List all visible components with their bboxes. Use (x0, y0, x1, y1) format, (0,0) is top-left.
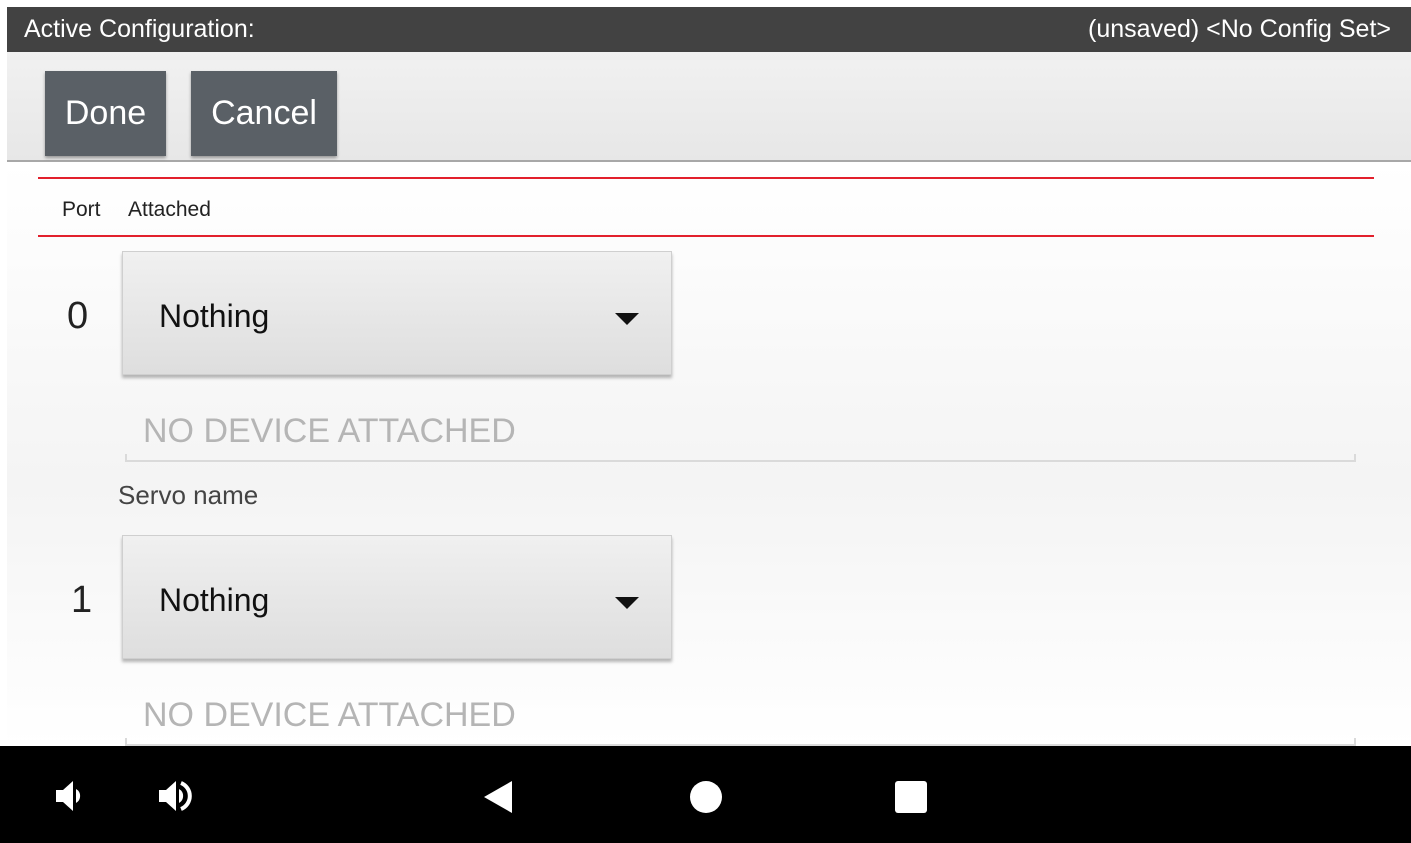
header-top-divider (38, 177, 1374, 179)
back-icon[interactable] (478, 777, 518, 822)
device-type-dropdown[interactable]: Nothing (122, 251, 672, 375)
device-type-value: Nothing (159, 582, 270, 618)
device-name-placeholder: NO DEVICE ATTACHED (143, 412, 516, 450)
cancel-button[interactable]: Cancel (191, 71, 337, 156)
column-header-attached: Attached (128, 198, 211, 221)
recents-icon[interactable] (893, 779, 929, 820)
port-list[interactable]: Port Attached 0 Nothing NO DEVICE ATTACH… (7, 162, 1411, 746)
device-name-input[interactable]: NO DEVICE ATTACHED (125, 682, 1356, 746)
dropdown-arrow-icon (615, 597, 639, 609)
done-button[interactable]: Done (45, 71, 166, 156)
device-name-input[interactable]: NO DEVICE ATTACHED (125, 398, 1356, 462)
device-type-dropdown[interactable]: Nothing (122, 535, 672, 659)
header-bottom-divider (38, 235, 1374, 237)
device-type-value: Nothing (159, 298, 270, 334)
system-nav-bar (0, 746, 1411, 843)
configure-servos-screen: Active Configuration: (unsaved) <No Conf… (0, 0, 1411, 843)
active-config-label: Active Configuration: (24, 15, 255, 43)
volume-up-icon[interactable] (155, 778, 199, 819)
port-number: 0 (67, 295, 89, 337)
active-config-value: (unsaved) <No Config Set> (1088, 15, 1391, 43)
volume-down-icon[interactable] (52, 778, 92, 819)
action-toolbar: Done Cancel (7, 52, 1411, 162)
home-icon[interactable] (687, 778, 725, 821)
column-header-port: Port (62, 198, 101, 221)
servo-name-label: Servo name (118, 480, 259, 510)
dropdown-arrow-icon (615, 313, 639, 325)
device-name-placeholder: NO DEVICE ATTACHED (143, 696, 516, 734)
port-number: 1 (71, 579, 93, 621)
active-config-bar: Active Configuration: (unsaved) <No Conf… (7, 7, 1411, 52)
